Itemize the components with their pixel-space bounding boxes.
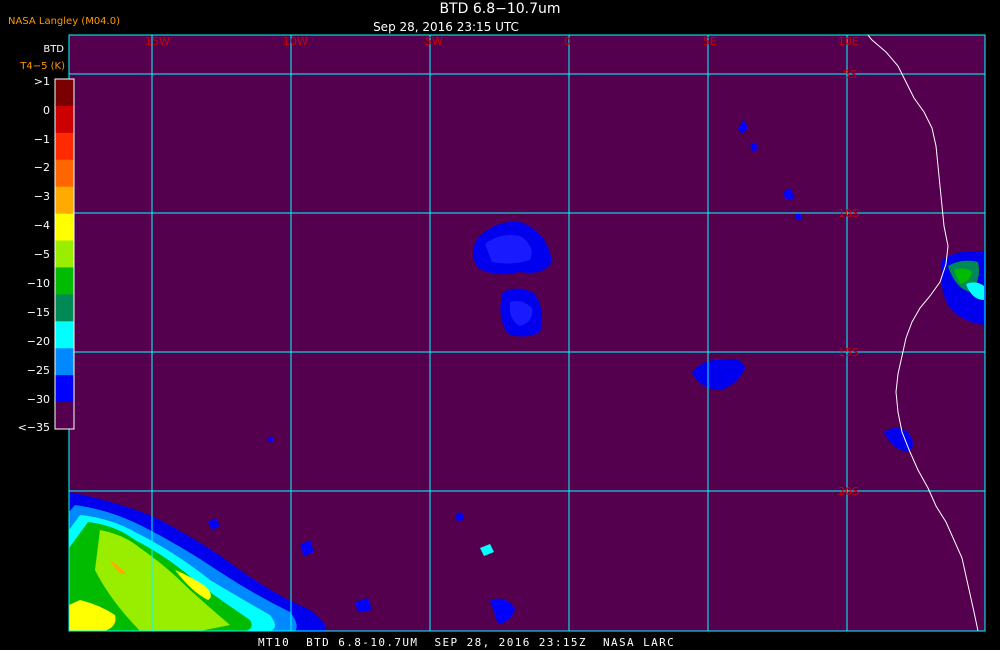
- product-title: BTD 6.8−10.7um: [439, 1, 561, 17]
- lon-label-5e: 5E: [703, 35, 717, 48]
- colorbar-tick-label: 0: [43, 104, 50, 117]
- product-timestamp: Sep 28, 2016 23:15 UTC: [373, 20, 519, 34]
- colorbar-tick-label: −3: [33, 190, 50, 203]
- colorbar-swatch: [55, 375, 74, 403]
- lat-label-10s: 10S: [838, 207, 859, 220]
- colorbar: [54, 78, 75, 430]
- lon-label-0: 0: [564, 35, 571, 48]
- lon-label-10e: 10E: [838, 35, 859, 48]
- colorbar-tick-label: −30: [26, 393, 50, 406]
- colorbar-tick-label: −1: [33, 133, 50, 146]
- lon-label-15w: 15W: [145, 35, 170, 48]
- colorbar-tick-label: −25: [26, 364, 50, 377]
- colorbar-tick-label: >1: [33, 75, 50, 88]
- lat-label-5s: 5S: [843, 68, 857, 81]
- colorbar-swatch: [55, 105, 74, 134]
- colorbar-title: BTD: [43, 44, 64, 55]
- lon-label-5w: 5W: [425, 35, 443, 48]
- colorbar-swatch: [55, 186, 74, 215]
- satellite-image-viewer: 15W 10W 5W 0 5E 10E 5S 10S 15S 20S NASA …: [0, 0, 1000, 650]
- colorbar-swatch: [55, 213, 74, 242]
- colorbar-tick-label: <−35: [17, 421, 50, 434]
- colorbar-swatch: [55, 402, 74, 430]
- satellite-map: 15W 10W 5W 0 5E 10E 5S 10S 15S 20S: [54, 34, 986, 632]
- lat-label-20s: 20S: [838, 485, 859, 498]
- footer-caption: MT10 BTD 6.8-10.7UM SEP 28, 2016 23:15Z …: [258, 636, 676, 649]
- lon-label-10w: 10W: [283, 35, 308, 48]
- colorbar-swatch: [55, 267, 74, 295]
- colorbar-tick-label: −20: [26, 335, 50, 348]
- colorbar-tick-label: −4: [33, 219, 50, 232]
- colorbar-units: T4−5 (K): [20, 61, 65, 72]
- colorbar-swatch: [55, 348, 74, 376]
- colorbar-swatch: [55, 79, 74, 107]
- colorbar-tick-label: −10: [26, 277, 50, 290]
- colorbar-tick-label: −15: [26, 306, 50, 319]
- colorbar-swatch: [55, 132, 74, 161]
- colorbar-swatch: [55, 240, 74, 268]
- colorbar-swatch: [55, 159, 74, 188]
- lat-label-15s: 15S: [838, 346, 859, 359]
- colorbar-tick-label: −2: [33, 161, 50, 174]
- colorbar-swatch: [55, 294, 74, 322]
- colorbar-swatch: [55, 321, 74, 349]
- colorbar-tick-label: −5: [33, 248, 50, 261]
